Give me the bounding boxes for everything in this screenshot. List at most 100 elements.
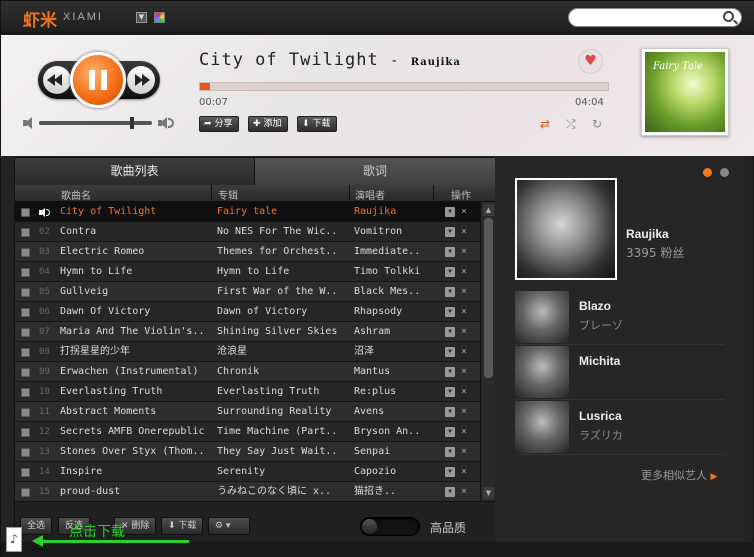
search-icon[interactable] (723, 11, 734, 22)
row-remove-icon[interactable]: × (461, 302, 467, 322)
row-album[interactable]: Chronik (217, 362, 347, 382)
header-title[interactable]: 歌曲名 (61, 187, 91, 202)
row-remove-icon[interactable]: × (461, 322, 467, 342)
table-row[interactable]: 15 proud-dust うみねこのなく頃に x.. 猫招き.. ▼ × (15, 482, 480, 502)
row-album[interactable]: Everlasting Truth (217, 382, 347, 402)
table-row[interactable]: 09 Erwachen (Instrumental) Chronik Mantus ▼ × (15, 362, 480, 382)
row-album[interactable]: Time Machine (Part.. (217, 422, 347, 442)
add-button[interactable]: ✚ 添加 (248, 116, 288, 132)
row-checkbox[interactable] (21, 348, 30, 357)
mute-icon[interactable] (23, 117, 35, 129)
similar-artist-item[interactable]: Michita (515, 346, 725, 400)
table-row[interactable]: 08 打拐星星的少年 沧浪星 沼泽 ▼ × (15, 342, 480, 362)
row-artist[interactable]: Re:plus (354, 382, 434, 402)
volume-slider[interactable] (39, 117, 152, 129)
row-album[interactable]: No NES For The Wic.. (217, 222, 347, 242)
row-artist[interactable]: Timo Tolkki (354, 262, 434, 282)
row-menu-chevron-icon[interactable]: ▼ (445, 207, 455, 217)
row-remove-icon[interactable]: × (461, 482, 467, 502)
table-row[interactable]: 04 Hymn to Life Hymn to Life Timo Tolkki ▼ × (15, 262, 480, 282)
table-row[interactable]: City of Twilight Fairy tale Raujika ▼ × (15, 202, 480, 222)
header-artist[interactable]: 演唱者 (355, 187, 385, 202)
row-album[interactable]: Shining Silver Skies (217, 322, 347, 342)
row-album[interactable]: うみねこのなく頃に x.. (217, 482, 347, 502)
favorite-heart-icon[interactable]: ♥ (578, 49, 603, 74)
row-remove-icon[interactable]: × (461, 362, 467, 382)
row-artist[interactable]: Black Mes.. (354, 282, 434, 302)
row-menu-chevron-icon[interactable]: ▼ (445, 487, 455, 497)
row-remove-icon[interactable]: × (461, 402, 467, 422)
menu-dropdown-icon[interactable]: ▼ (136, 12, 147, 23)
row-checkbox[interactable] (21, 368, 30, 377)
row-checkbox[interactable] (21, 328, 30, 337)
row-menu-chevron-icon[interactable]: ▼ (445, 267, 455, 277)
row-album[interactable]: Dawn of Victory (217, 302, 347, 322)
row-album[interactable]: They Say Just Wait.. (217, 442, 347, 462)
row-album[interactable]: Fairy tale (217, 202, 347, 222)
more-similar-link[interactable]: 更多相似艺人 ▶ (641, 467, 717, 483)
scroll-down-icon[interactable]: ▼ (483, 487, 494, 499)
row-menu-chevron-icon[interactable]: ▼ (445, 407, 455, 417)
previous-button[interactable] (43, 66, 71, 94)
table-row[interactable]: 07 Maria And The Violin's.. Shining Silver… (15, 322, 480, 342)
row-artist[interactable]: Senpai (354, 442, 434, 462)
row-remove-icon[interactable]: × (461, 462, 467, 482)
row-album[interactable]: 沧浪星 (217, 342, 347, 362)
row-checkbox[interactable] (21, 448, 30, 457)
row-menu-chevron-icon[interactable]: ▼ (445, 347, 455, 357)
table-row[interactable]: 10 Everlasting Truth Everlasting Truth Re:p… (15, 382, 480, 402)
row-remove-icon[interactable]: × (461, 382, 467, 402)
row-album[interactable]: Surrounding Reality (217, 402, 347, 422)
similar-artist-item[interactable]: Blazo ブレーゾ (515, 291, 725, 345)
repeat-list-icon[interactable]: ⇄ (540, 117, 550, 131)
row-menu-chevron-icon[interactable]: ▼ (445, 447, 455, 457)
row-album[interactable]: First War of the W.. (217, 282, 347, 302)
row-artist[interactable]: 猫招き.. (354, 482, 434, 502)
next-button[interactable] (127, 66, 155, 94)
row-artist[interactable]: Mantus (354, 362, 434, 382)
artist-name[interactable]: Raujika (626, 227, 669, 241)
row-album[interactable]: Hymn to Life (217, 262, 347, 282)
tab-lyrics[interactable]: 歌词 (255, 158, 495, 185)
row-remove-icon[interactable]: × (461, 342, 467, 362)
search-input[interactable] (568, 8, 742, 27)
similar-artist-item[interactable]: Lusrica ラズリカ (515, 401, 725, 455)
table-row[interactable]: 12 Secrets AMFB Onerepublic Time Machine (… (15, 422, 480, 442)
row-menu-chevron-icon[interactable]: ▼ (445, 247, 455, 257)
scroll-up-icon[interactable]: ▲ (483, 204, 494, 216)
row-checkbox[interactable] (21, 468, 30, 477)
row-checkbox[interactable] (21, 208, 30, 217)
row-artist[interactable]: Capozio (354, 462, 434, 482)
row-menu-chevron-icon[interactable]: ▼ (445, 387, 455, 397)
volume-max-icon[interactable] (158, 117, 174, 129)
row-menu-chevron-icon[interactable]: ▼ (445, 307, 455, 317)
row-artist[interactable]: Immediate.. (354, 242, 434, 262)
hq-toggle[interactable] (360, 517, 420, 536)
table-row[interactable]: 03 Electric Romeo Themes for Orchest.. Imme… (15, 242, 480, 262)
table-row[interactable]: 06 Dawn Of Victory Dawn of Victory Rhapsody… (15, 302, 480, 322)
progress-bar[interactable] (199, 82, 609, 91)
table-row[interactable]: 13 Stones Over Styx (Thom.. They Say Just … (15, 442, 480, 462)
album-cover[interactable]: Fairy Tale (641, 48, 729, 136)
row-remove-icon[interactable]: × (461, 242, 467, 262)
repeat-one-icon[interactable]: ↻ (592, 117, 602, 131)
select-all-button[interactable]: 全选 (20, 517, 53, 535)
table-row[interactable]: 02 Contra No NES For The Wic.. Vomitron ▼ × (15, 222, 480, 242)
row-checkbox[interactable] (21, 268, 30, 277)
header-album[interactable]: 专辑 (218, 187, 238, 202)
row-checkbox[interactable] (21, 388, 30, 397)
row-remove-icon[interactable]: × (461, 262, 467, 282)
row-remove-icon[interactable]: × (461, 422, 467, 442)
row-menu-chevron-icon[interactable]: ▼ (445, 327, 455, 337)
settings-button[interactable]: ⚙ ▾ (208, 517, 250, 535)
batch-download-button[interactable]: ⬇ 下载 (161, 517, 204, 535)
row-remove-icon[interactable]: × (461, 222, 467, 242)
row-checkbox[interactable] (21, 228, 30, 237)
row-artist[interactable]: Vomitron (354, 222, 434, 242)
row-checkbox[interactable] (21, 288, 30, 297)
row-artist[interactable]: Raujika (354, 202, 434, 222)
scroll-thumb[interactable] (484, 218, 493, 378)
row-checkbox[interactable] (21, 408, 30, 417)
row-checkbox[interactable] (21, 308, 30, 317)
row-menu-chevron-icon[interactable]: ▼ (445, 227, 455, 237)
